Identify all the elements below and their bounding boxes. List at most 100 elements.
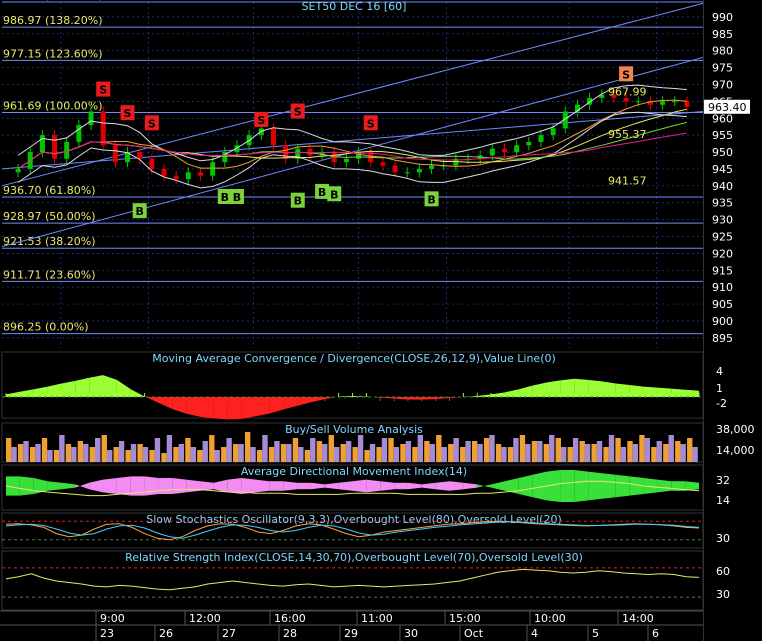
volume-sell-bar	[23, 441, 29, 462]
volume-buy-bar	[89, 447, 96, 462]
signal-label: S	[148, 117, 156, 130]
volume-sell-bar	[106, 450, 113, 462]
fib-level-label: 986.97 (138.20%)	[3, 14, 103, 27]
macd-histogram-segment	[574, 378, 589, 397]
stochastic-tick-label: 30	[716, 532, 730, 545]
adx-dmi-segment	[338, 481, 353, 491]
candle-body	[623, 97, 629, 102]
price-tick-label: 960	[712, 112, 733, 125]
candle-body	[550, 128, 556, 136]
chart-title: SET50 DEC 16 [60]	[302, 0, 407, 13]
adx-tick-label: 14	[716, 494, 730, 507]
date-tick-label: 29	[344, 627, 358, 640]
signal-label: B	[233, 191, 241, 204]
adx-dmi-segment	[297, 482, 311, 490]
time-tick-label: 11:00	[361, 612, 393, 625]
volume-sell-bar	[620, 447, 627, 462]
candle-body	[100, 111, 106, 146]
time-tick-label: 12:00	[189, 612, 221, 625]
volume-sell-bar	[11, 447, 17, 462]
candle-body	[210, 162, 216, 176]
price-tick-label: 920	[712, 247, 733, 260]
volume-tick-label: 38,000	[716, 423, 755, 436]
macd-histogram-segment	[657, 387, 672, 397]
volume-sell-bar	[262, 435, 268, 462]
adx-dmi-segment	[366, 479, 381, 493]
volume-sell-bar	[274, 441, 280, 462]
volume-sell-bar	[154, 438, 161, 462]
volume-buy-bar	[17, 444, 24, 462]
price-annotation: 941.57	[608, 175, 647, 188]
price-tick-label: 985	[712, 28, 733, 41]
candle-body	[258, 128, 264, 136]
macd-histogram-segment	[186, 397, 201, 417]
volume-buy-bar	[460, 447, 466, 462]
macd-histogram-segment	[241, 397, 256, 419]
last-price-label: 963.40	[708, 101, 747, 114]
macd-histogram-segment	[213, 397, 228, 420]
volume-buy-bar	[495, 444, 502, 462]
price-tick-label: 975	[712, 62, 733, 75]
time-tick-label: 14:00	[622, 612, 654, 625]
volume-buy-bar	[268, 447, 275, 462]
adx-dmi-segment	[144, 476, 159, 496]
macd-histogram-segment	[629, 385, 644, 397]
volume-buy-bar	[531, 441, 538, 462]
volume-panel-title: Buy/Sell Volume Analysis	[285, 423, 423, 436]
volume-buy-bar	[340, 444, 346, 462]
volume-sell-bar	[453, 438, 459, 462]
volume-buy-bar	[352, 447, 358, 462]
volume-buy-bar	[125, 450, 131, 462]
candle-body	[635, 101, 641, 103]
volume-sell-bar	[632, 444, 639, 462]
adx-tick-label: 32	[716, 474, 730, 487]
volume-sell-bar	[644, 438, 651, 462]
volume-sell-bar	[190, 447, 196, 462]
volume-sell-bar	[656, 441, 662, 462]
candle-body	[684, 101, 690, 107]
date-tick-label: Oct	[464, 627, 484, 640]
adx-dmi-segment	[186, 479, 201, 493]
macd-panel-title: Moving Average Convergence / Divergence(…	[152, 352, 556, 365]
volume-buy-bar	[507, 447, 514, 462]
price-tick-label: 930	[712, 214, 733, 227]
volume-buy-bar	[436, 435, 442, 462]
volume-sell-bar	[692, 447, 698, 462]
fib-level-label: 928.97 (50.00%)	[3, 210, 96, 223]
volume-sell-bar	[35, 444, 41, 462]
volume-buy-bar	[328, 435, 334, 462]
candle-body	[52, 135, 58, 159]
candle-body	[660, 101, 666, 105]
volume-sell-bar	[513, 438, 519, 462]
candle-body	[538, 135, 544, 142]
candle-body	[173, 175, 179, 180]
volume-buy-bar	[209, 435, 215, 462]
volume-buy-bar	[448, 444, 454, 462]
volume-buy-bar	[161, 453, 167, 462]
volume-sell-bar	[429, 444, 435, 462]
candle-body	[514, 145, 520, 153]
volume-buy-bar	[567, 447, 573, 462]
macd-tick-label: 1	[716, 382, 723, 395]
candle-body	[149, 158, 155, 169]
adx-dmi-segment	[560, 470, 575, 502]
volume-sell-bar	[596, 441, 603, 462]
adx-dmi-segment	[19, 476, 34, 496]
volume-buy-bar	[280, 444, 287, 462]
volume-sell-bar	[549, 435, 555, 462]
date-tick-label: 23	[100, 627, 114, 640]
volume-buy-bar	[256, 450, 263, 462]
volume-sell-bar	[537, 441, 543, 462]
volume-buy-bar	[579, 441, 585, 462]
volume-buy-bar	[639, 435, 645, 462]
adx-panel-title: Average Directional Movement Index(14)	[241, 465, 467, 478]
macd-histogram-segment	[615, 383, 630, 397]
volume-sell-bar	[465, 441, 471, 462]
candle-body	[416, 168, 422, 173]
volume-buy-bar	[651, 447, 657, 462]
date-tick-label: 28	[283, 627, 297, 640]
volume-sell-bar	[501, 447, 507, 462]
volume-buy-bar	[388, 438, 394, 462]
price-tick-label: 950	[712, 146, 733, 159]
macd-histogram-segment	[546, 380, 561, 397]
